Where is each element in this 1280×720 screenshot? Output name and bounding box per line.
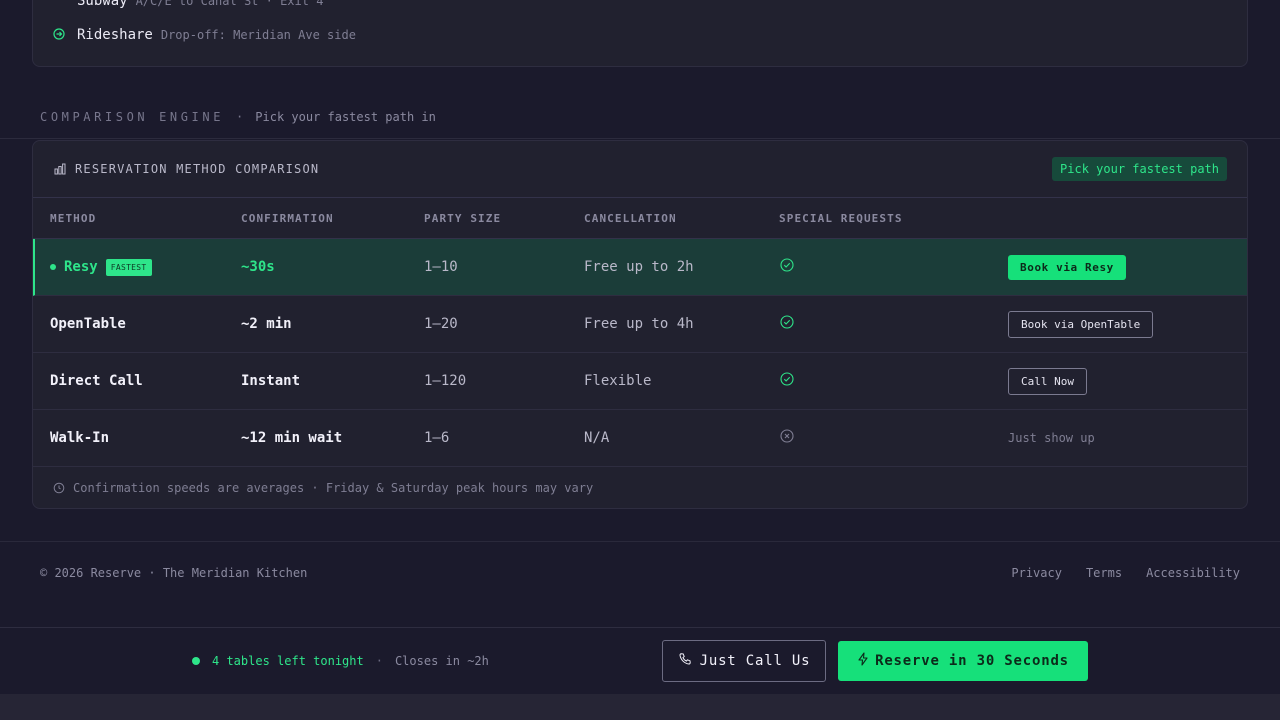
special-requests-cell — [780, 296, 794, 352]
comparison-card: RESERVATION METHOD COMPARISON Pick your … — [32, 140, 1248, 509]
action-cell: Book via OpenTable — [1008, 296, 1154, 352]
tables-left-text: 4 tables left tonight — [212, 654, 364, 668]
method-name: Direct Call — [50, 373, 143, 389]
just-call-us-button[interactable]: Just Call Us — [662, 640, 826, 682]
transit-desc: Drop-off: Meridian Ave side — [160, 28, 356, 42]
transit-name: Subway — [77, 0, 128, 9]
book-via-opentable-button[interactable]: Book via OpenTable — [1008, 310, 1154, 338]
status-separator: · — [375, 654, 383, 668]
fastest-path-pill: Pick your fastest path — [1052, 157, 1227, 181]
party-size-cell: 1–120 — [424, 373, 467, 389]
just-show-up-text: Just show up — [1008, 431, 1095, 445]
confirmation-cell: Instant — [241, 373, 301, 389]
confirmation-cell: ~2 min — [241, 316, 292, 332]
confirmation-cell: ~30s — [241, 259, 275, 275]
transit-name: Rideshare — [77, 27, 153, 43]
rideshare-arrow-icon — [53, 28, 67, 42]
site-footer: © 2026 Reserve · The Meridian Kitchen Pr… — [40, 566, 1240, 580]
getting-there-card: Subway A/C/E to Canal St · Exit 4 Ridesh… — [32, 0, 1248, 67]
table-header: METHOD CONFIRMATION PARTY SIZE CANCELLAT… — [33, 198, 1247, 239]
action-cell: Call Now — [1008, 353, 1087, 409]
section-subtitle: Pick your fastest path in — [255, 110, 436, 124]
lightning-icon — [857, 652, 869, 670]
method-name: OpenTable — [50, 316, 126, 332]
col-special-requests: SPECIAL REQUESTS — [779, 212, 903, 225]
method-name: Walk-In — [50, 430, 110, 446]
transit-desc: A/C/E to Canal St · Exit 4 — [135, 0, 324, 8]
terms-link[interactable]: Terms — [1086, 566, 1122, 580]
method-name: Resy — [64, 259, 98, 275]
special-requests-cell — [780, 353, 794, 409]
party-size-cell: 1–6 — [424, 430, 450, 446]
call-now-button[interactable]: Call Now — [1008, 367, 1087, 395]
x-circle-icon — [780, 429, 794, 447]
comparison-section-label: COMPARISON ENGINE · Pick your fastest pa… — [40, 110, 436, 124]
accessibility-link[interactable]: Accessibility — [1146, 566, 1240, 580]
bar-chart-icon — [53, 162, 67, 176]
transit-row-subway: Subway A/C/E to Canal St · Exit 4 — [53, 0, 323, 9]
clock-icon — [53, 482, 65, 494]
cancellation-cell: Flexible — [584, 373, 652, 389]
privacy-link[interactable]: Privacy — [1011, 566, 1062, 580]
transit-row-rideshare: Rideshare Drop-off: Meridian Ave side — [53, 27, 356, 43]
section-divider — [0, 138, 1280, 139]
availability-status: 4 tables left tonight · Closes in ~2h — [192, 654, 489, 668]
subway-icon — [53, 0, 67, 8]
call-label: Just Call Us — [699, 653, 811, 669]
col-confirmation: CONFIRMATION — [241, 212, 334, 225]
featured-dot — [50, 264, 56, 270]
footer-links: Privacy Terms Accessibility — [1011, 566, 1240, 580]
comparison-footnote: Confirmation speeds are averages · Frida… — [33, 467, 1247, 508]
footer-divider — [0, 541, 1280, 542]
fastest-badge: FASTEST — [105, 258, 152, 276]
cancellation-cell: N/A — [584, 430, 610, 446]
check-circle-icon — [780, 315, 794, 333]
check-circle-icon — [780, 372, 794, 390]
col-party-size: PARTY SIZE — [424, 212, 502, 225]
party-size-cell: 1–10 — [424, 259, 458, 275]
comparison-title-text: RESERVATION METHOD COMPARISON — [75, 162, 320, 176]
party-size-cell: 1–20 — [424, 316, 458, 332]
section-separator: · — [236, 110, 244, 124]
cancellation-cell: Free up to 2h — [584, 259, 694, 275]
special-requests-cell — [780, 410, 794, 466]
action-cell: Book via Resy — [1008, 239, 1126, 295]
bottom-strip — [0, 694, 1280, 720]
action-cell: Just show up — [1008, 410, 1095, 466]
method-cell: Resy FASTEST — [50, 239, 152, 295]
col-cancellation: CANCELLATION — [584, 212, 677, 225]
sticky-reservation-bar: 4 tables left tonight · Closes in ~2h Ju… — [0, 627, 1280, 694]
reserve-button[interactable]: Reserve in 30 Seconds — [838, 641, 1088, 681]
table-row-resy: Resy FASTEST ~30s 1–10 Free up to 2h Boo… — [33, 239, 1247, 296]
col-method: METHOD — [50, 212, 97, 225]
closes-in-text: Closes in ~2h — [394, 654, 489, 668]
table-row-direct-call: Direct Call Instant 1–120 Flexible Call … — [33, 353, 1247, 410]
comparison-title: RESERVATION METHOD COMPARISON — [53, 162, 319, 176]
reserve-label: Reserve in 30 Seconds — [875, 653, 1069, 669]
special-requests-cell — [780, 239, 794, 295]
table-row-opentable: OpenTable ~2 min 1–20 Free up to 4h Book… — [33, 296, 1247, 353]
footnote-text: Confirmation speeds are averages · Frida… — [73, 480, 594, 495]
copyright: © 2026 Reserve · The Meridian Kitchen — [40, 566, 308, 580]
section-title: COMPARISON ENGINE — [40, 110, 225, 124]
live-indicator-dot — [192, 657, 200, 665]
book-via-resy-button[interactable]: Book via Resy — [1008, 254, 1126, 280]
cancellation-cell: Free up to 4h — [584, 316, 694, 332]
table-row-walk-in: Walk-In ~12 min wait 1–6 N/A Just show u… — [33, 410, 1247, 467]
check-circle-icon — [780, 258, 794, 276]
confirmation-cell: ~12 min wait — [241, 430, 343, 446]
phone-icon — [678, 652, 692, 670]
comparison-header: RESERVATION METHOD COMPARISON Pick your … — [33, 141, 1247, 198]
